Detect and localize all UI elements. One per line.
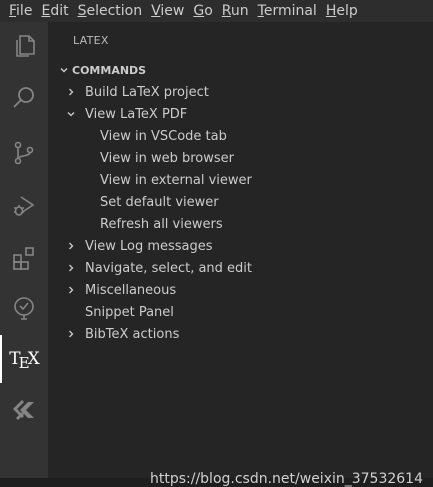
explorer-button[interactable] <box>0 22 48 70</box>
tree-item-label: View in web browser <box>100 150 234 166</box>
sidebar-title: LATEX <box>73 34 109 47</box>
tree-item[interactable]: View in VSCode tab <box>48 125 433 147</box>
menu-go[interactable]: Go <box>193 3 212 19</box>
sidebar: LATEX COMMANDS Build LaTeX project View L… <box>48 22 433 487</box>
chevron-right-icon <box>64 279 78 301</box>
menu-file[interactable]: File <box>9 3 32 19</box>
tree-item[interactable]: View LaTeX PDF <box>48 103 433 125</box>
tree-item[interactable]: View in external viewer <box>48 169 433 191</box>
menu-selection[interactable]: Selection <box>78 3 143 19</box>
menu-help[interactable]: Help <box>326 3 358 19</box>
extensions-button[interactable] <box>0 234 48 282</box>
chevron-right-icon <box>64 323 78 345</box>
run-debug-icon <box>14 196 35 216</box>
tex-icon: TEX <box>9 349 39 372</box>
tree-item[interactable]: Set default viewer <box>48 191 433 213</box>
chevron-down-icon <box>64 103 78 125</box>
tree-item-label: View in external viewer <box>100 172 252 188</box>
source-control-icon <box>14 141 34 165</box>
chevron-right-icon <box>64 81 78 103</box>
menu-terminal[interactable]: Terminal <box>258 3 317 19</box>
tree-item[interactable]: Build LaTeX project <box>48 81 433 103</box>
tree-item-label: BibTeX actions <box>85 326 180 342</box>
extensions-icon <box>13 247 34 270</box>
commands-section-header[interactable]: COMMANDS <box>48 59 433 81</box>
menu-edit[interactable]: Edit <box>41 3 68 19</box>
tree-item-label: View Log messages <box>85 238 213 254</box>
source-control-button[interactable] <box>0 129 48 177</box>
tree-item-label: Build LaTeX project <box>85 84 209 100</box>
testing-button[interactable] <box>0 284 48 332</box>
menu-view[interactable]: View <box>151 3 184 19</box>
tree-item[interactable]: Miscellaneous <box>48 279 433 301</box>
tex-button[interactable]: TEX <box>0 335 48 383</box>
tree-item-label: Miscellaneous <box>85 282 177 298</box>
watermark: https://blog.csdn.net/weixin_37532614 <box>149 471 423 487</box>
chevron-down-icon <box>48 65 72 75</box>
tree-item-label: Navigate, select, and edit <box>85 260 253 276</box>
chevron-right-icon <box>64 235 78 257</box>
remote-button[interactable] <box>0 386 48 434</box>
remote-icon <box>13 400 34 420</box>
tree-item-label: Set default viewer <box>100 194 219 210</box>
chevron-right-icon <box>64 257 78 279</box>
menu-bar: File Edit Selection View Go Run Terminal… <box>0 0 433 22</box>
menu-run[interactable]: Run <box>222 3 249 19</box>
tree-item-label: View LaTeX PDF <box>85 106 188 122</box>
run-debug-button[interactable] <box>0 182 48 230</box>
test-icon <box>14 297 34 320</box>
tree-item[interactable]: View in web browser <box>48 147 433 169</box>
files-icon <box>16 35 35 57</box>
tree-item[interactable]: View Log messages <box>48 235 433 257</box>
search-icon <box>13 87 34 108</box>
tree-item[interactable]: Refresh all viewers <box>48 213 433 235</box>
search-button[interactable] <box>0 74 48 122</box>
activity-bar: TEX <box>0 22 48 478</box>
tree-item[interactable]: Snippet Panel <box>48 301 433 323</box>
tree-item-label: View in VSCode tab <box>100 128 227 144</box>
tree-item-label: Refresh all viewers <box>100 216 223 232</box>
tree-item[interactable]: BibTeX actions <box>48 323 433 345</box>
tree-item-label: Snippet Panel <box>85 304 174 320</box>
section-label: COMMANDS <box>72 63 147 77</box>
tree-item[interactable]: Navigate, select, and edit <box>48 257 433 279</box>
